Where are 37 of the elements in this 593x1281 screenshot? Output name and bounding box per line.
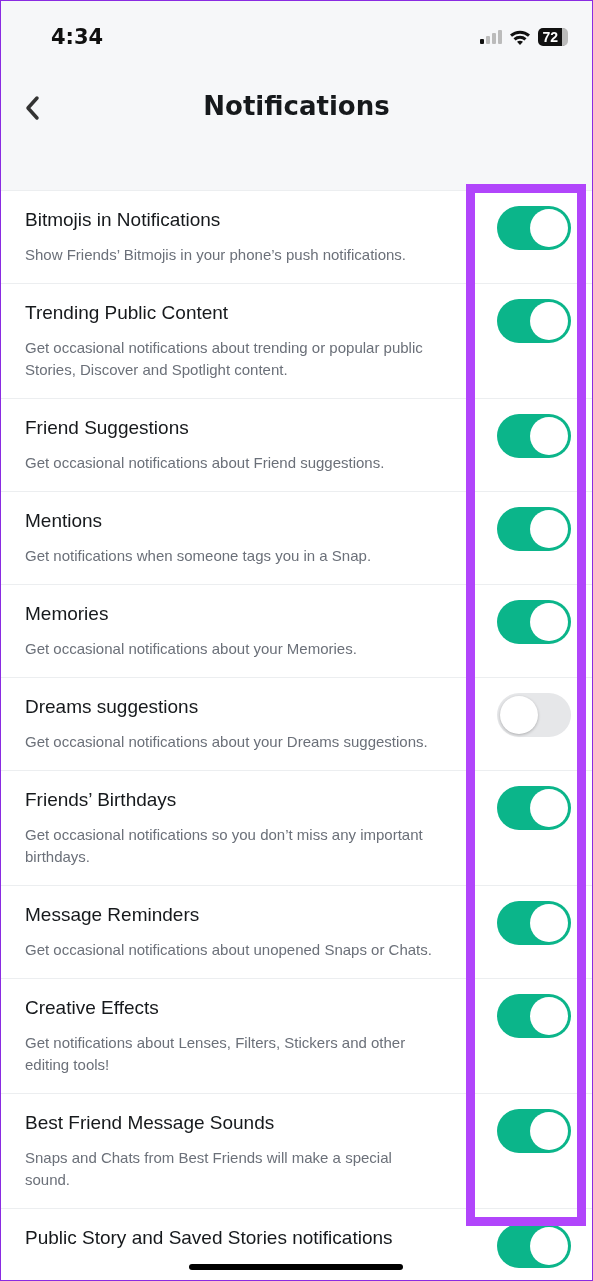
toggle-switch[interactable] [497, 600, 571, 644]
setting-description: Get occasional notifications about Friend suggestions. [25, 453, 386, 473]
setting-description: Get occasional notifications about trending or popular public Stories, Discover and Spotlight content. [25, 338, 424, 380]
setting-description: Show Friends’ Bitmojis in your phone’s push notifications. [25, 245, 408, 265]
setting-title: Message Reminders [25, 903, 201, 927]
toggle-switch[interactable] [497, 299, 571, 343]
toggle-switch[interactable] [497, 414, 571, 458]
setting-description: Get occasional notifications about your Memories. [25, 639, 358, 659]
toggle-switch[interactable] [497, 901, 571, 945]
toggle-switch[interactable] [497, 693, 571, 737]
setting-title: Friend Suggestions [25, 416, 190, 440]
setting-description: Get occasional notifications so you don’t miss any important birthdays. [25, 825, 424, 867]
setting-title: Public Story and Saved Stories notifications [25, 1226, 394, 1250]
wifi-icon [509, 29, 532, 45]
setting-title: Trending Public Content [25, 301, 230, 325]
status-time: 4:34 [51, 25, 104, 49]
page-title: Notifications [203, 91, 390, 121]
setting-title: Friends’ Birthdays [25, 788, 178, 812]
setting-description: Get occasional notifications about unopened Snaps or Chats. [25, 940, 433, 960]
setting-title: Mentions [25, 509, 104, 533]
setting-description: Get notifications about Lenses, Filters, Stickers and other editing tools! [25, 1033, 407, 1075]
signal-icon [480, 30, 503, 44]
toggle-switch[interactable] [497, 1109, 571, 1153]
setting-description: Snaps and Chats from Best Friends will make a special sound. [25, 1148, 393, 1190]
battery-indicator: 72 [538, 28, 568, 46]
setting-title: Bitmojis in Notifications [25, 208, 222, 232]
toggle-switch[interactable] [497, 786, 571, 830]
toggle-switch[interactable] [497, 507, 571, 551]
setting-description: Get notifications when someone tags you in a Snap. [25, 546, 373, 566]
toggle-switch[interactable] [497, 1224, 571, 1268]
setting-title: Best Friend Message Sounds [25, 1111, 276, 1135]
setting-description: Get occasional notifications about your Dreams suggestions. [25, 732, 429, 752]
toggle-switch[interactable] [497, 994, 571, 1038]
setting-title: Dreams suggestions [25, 695, 200, 719]
setting-title: Creative Effects [25, 996, 160, 1020]
toggle-switch[interactable] [497, 206, 571, 250]
setting-title: Memories [25, 602, 110, 626]
